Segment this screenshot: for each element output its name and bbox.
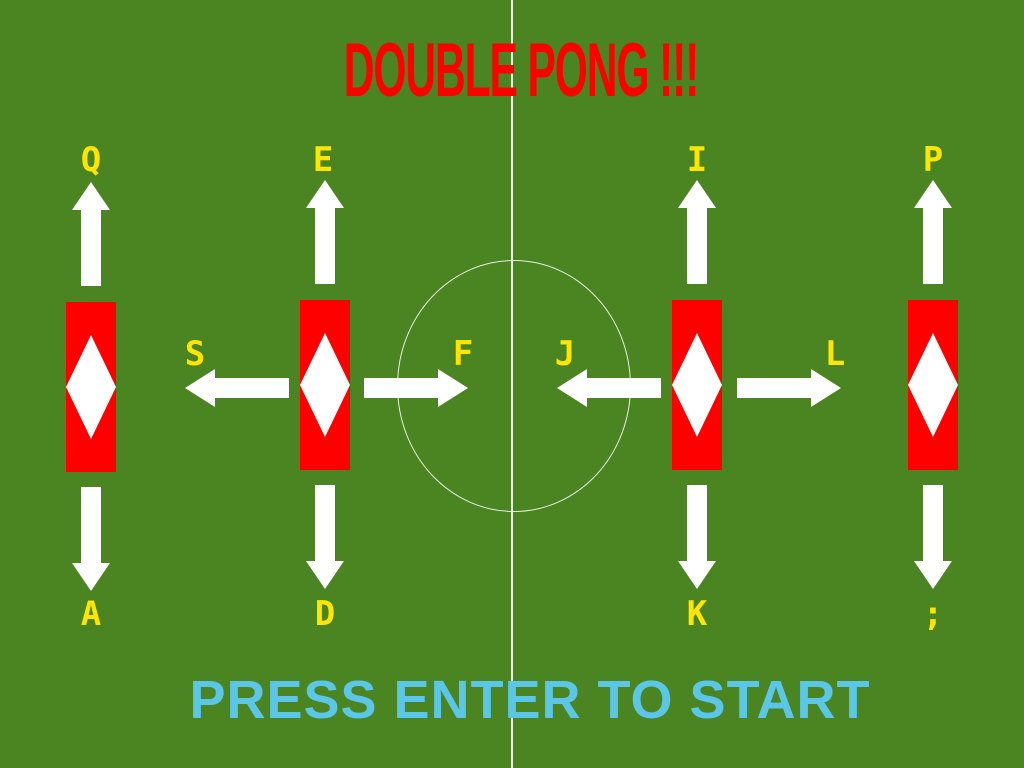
arrow-up-icon [914,180,952,284]
arrow-up-icon [72,182,110,286]
arrow-down-icon [914,485,952,589]
arrow-up-icon [306,180,344,284]
key-label-paddle-2-right: F [452,334,474,374]
paddle-1 [66,302,116,472]
arrow-down-icon [306,485,344,589]
key-label-paddle-3-down: K [686,594,708,634]
paddle-2 [300,300,350,470]
key-label-paddle-3-up: I [686,140,708,180]
arrow-right-icon [737,369,841,407]
diamond-icon [672,333,722,437]
game-field: DOUBLE PONG !!! Q A E D S F I K J L P ; … [0,0,1024,768]
arrow-right-icon [364,369,468,407]
key-label-paddle-1-up: Q [80,140,102,180]
arrow-down-icon [72,487,110,591]
paddle-4 [908,300,958,470]
key-label-paddle-3-right: L [824,334,846,374]
key-label-paddle-2-down: D [314,594,336,634]
key-label-paddle-2-up: E [312,140,334,180]
arrow-up-icon [678,180,716,284]
arrow-down-icon [678,485,716,589]
key-label-paddle-1-down: A [80,594,102,634]
diamond-icon [908,333,958,437]
diamond-icon [66,335,116,439]
key-label-paddle-3-left: J [554,334,576,374]
key-label-paddle-4-up: P [922,140,944,180]
paddle-3 [672,300,722,470]
game-title: DOUBLE PONG !!! [343,27,700,113]
start-prompt: PRESS ENTER TO START [189,670,871,730]
key-label-paddle-2-left: S [184,334,206,374]
arrow-left-icon [557,369,661,407]
diamond-icon [300,333,350,437]
arrow-left-icon [185,369,289,407]
key-label-paddle-4-down: ; [922,594,944,634]
